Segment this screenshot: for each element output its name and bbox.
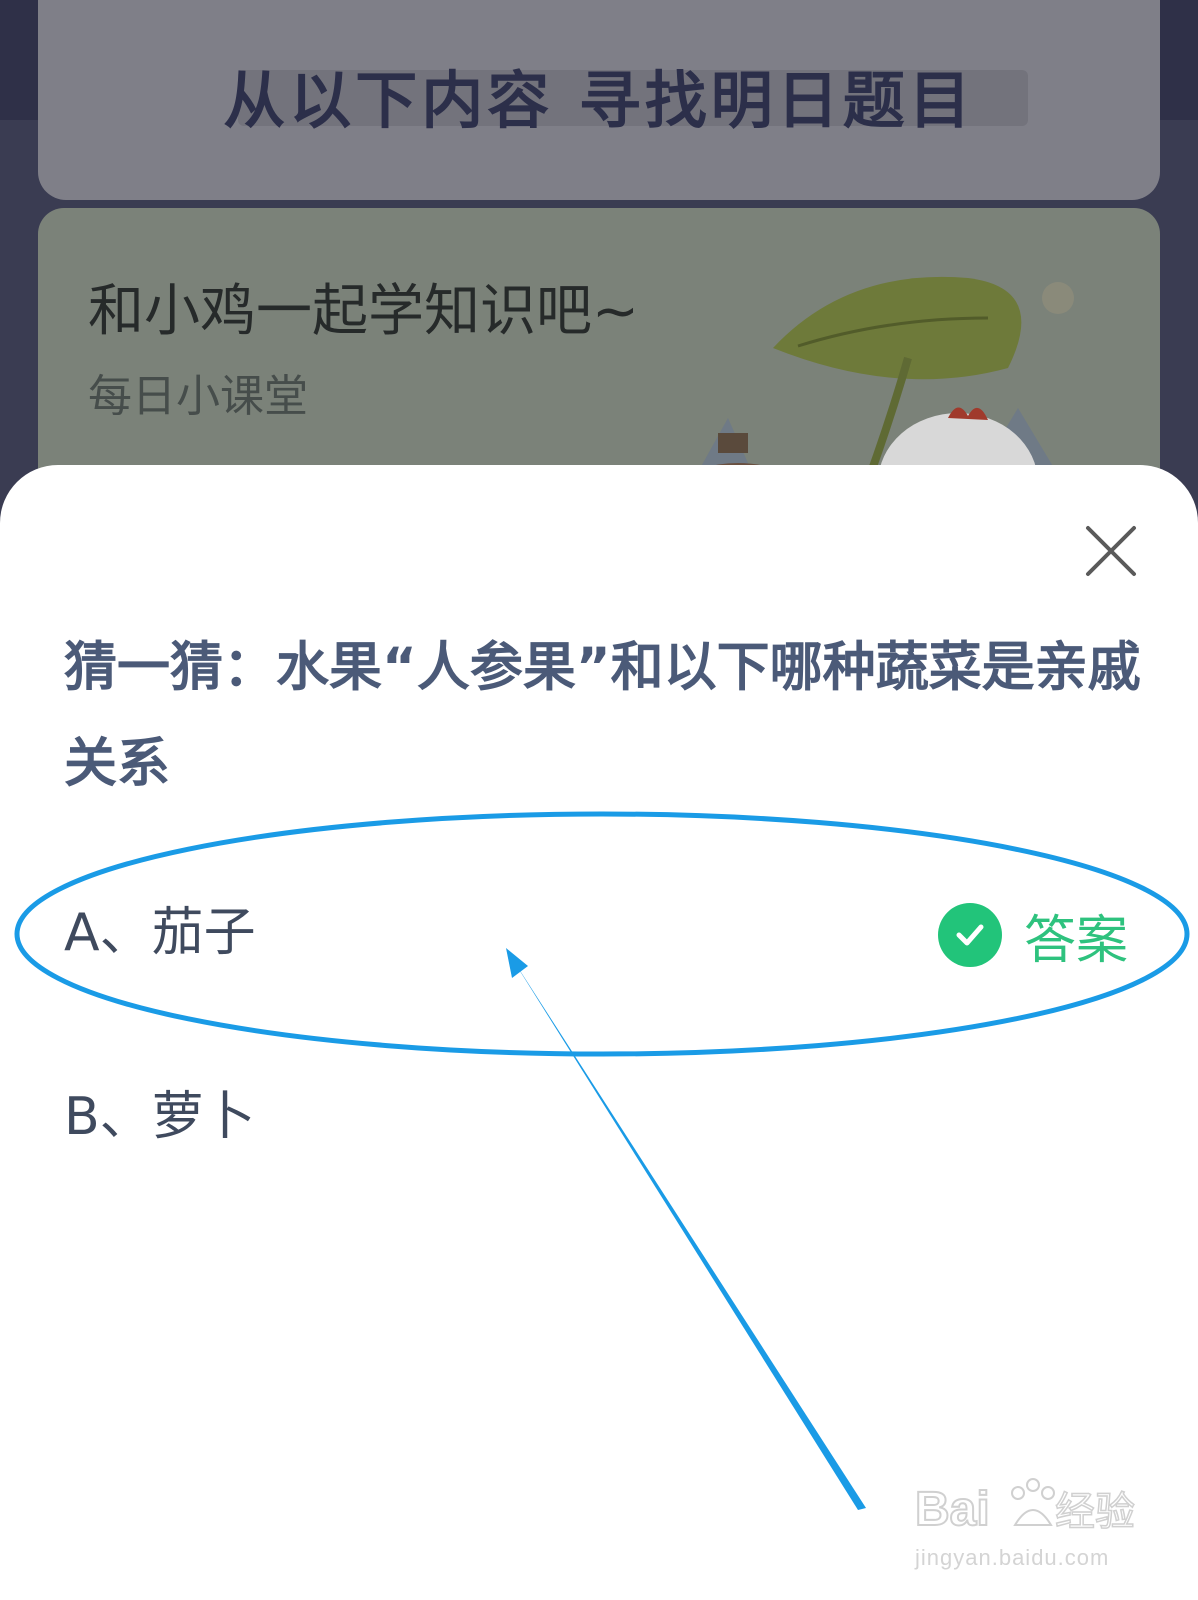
svg-text:经验: 经验: [1055, 1489, 1135, 1535]
header-title: 从以下内容 寻找明日题目: [223, 64, 975, 137]
option-b[interactable]: B、萝卜: [64, 1077, 664, 1157]
question-text: 猜一猜：水果“人参果”和以下哪种蔬菜是亲戚关系: [64, 637, 1141, 794]
banner-title: 和小鸡一起学知识吧~: [88, 279, 639, 344]
banner-subtitle: 每日小课堂: [88, 371, 308, 422]
header-card: 从以下内容 寻找明日题目: [38, 0, 1160, 200]
baidu-jingyan-watermark: Bai 经验 jingyan.baidu.com: [914, 1465, 1155, 1585]
watermark-url: jingyan.baidu.com: [915, 1545, 1110, 1570]
answer-label: 答案: [1024, 910, 1129, 971]
baidu-logo: Bai 经验: [914, 1478, 1136, 1537]
close-icon: [1086, 526, 1136, 576]
option-a-label: A、茄子: [64, 903, 256, 963]
daily-lesson-banner[interactable]: 和小鸡一起学知识吧~ 每日小课堂: [38, 208, 1160, 508]
svg-text:Bai: Bai: [915, 1483, 990, 1536]
close-button[interactable]: [1080, 520, 1142, 582]
answer-tag: 答案: [938, 895, 1128, 975]
option-b-label: B、萝卜: [64, 1087, 256, 1147]
checkmark-circle-icon: [938, 903, 1002, 967]
